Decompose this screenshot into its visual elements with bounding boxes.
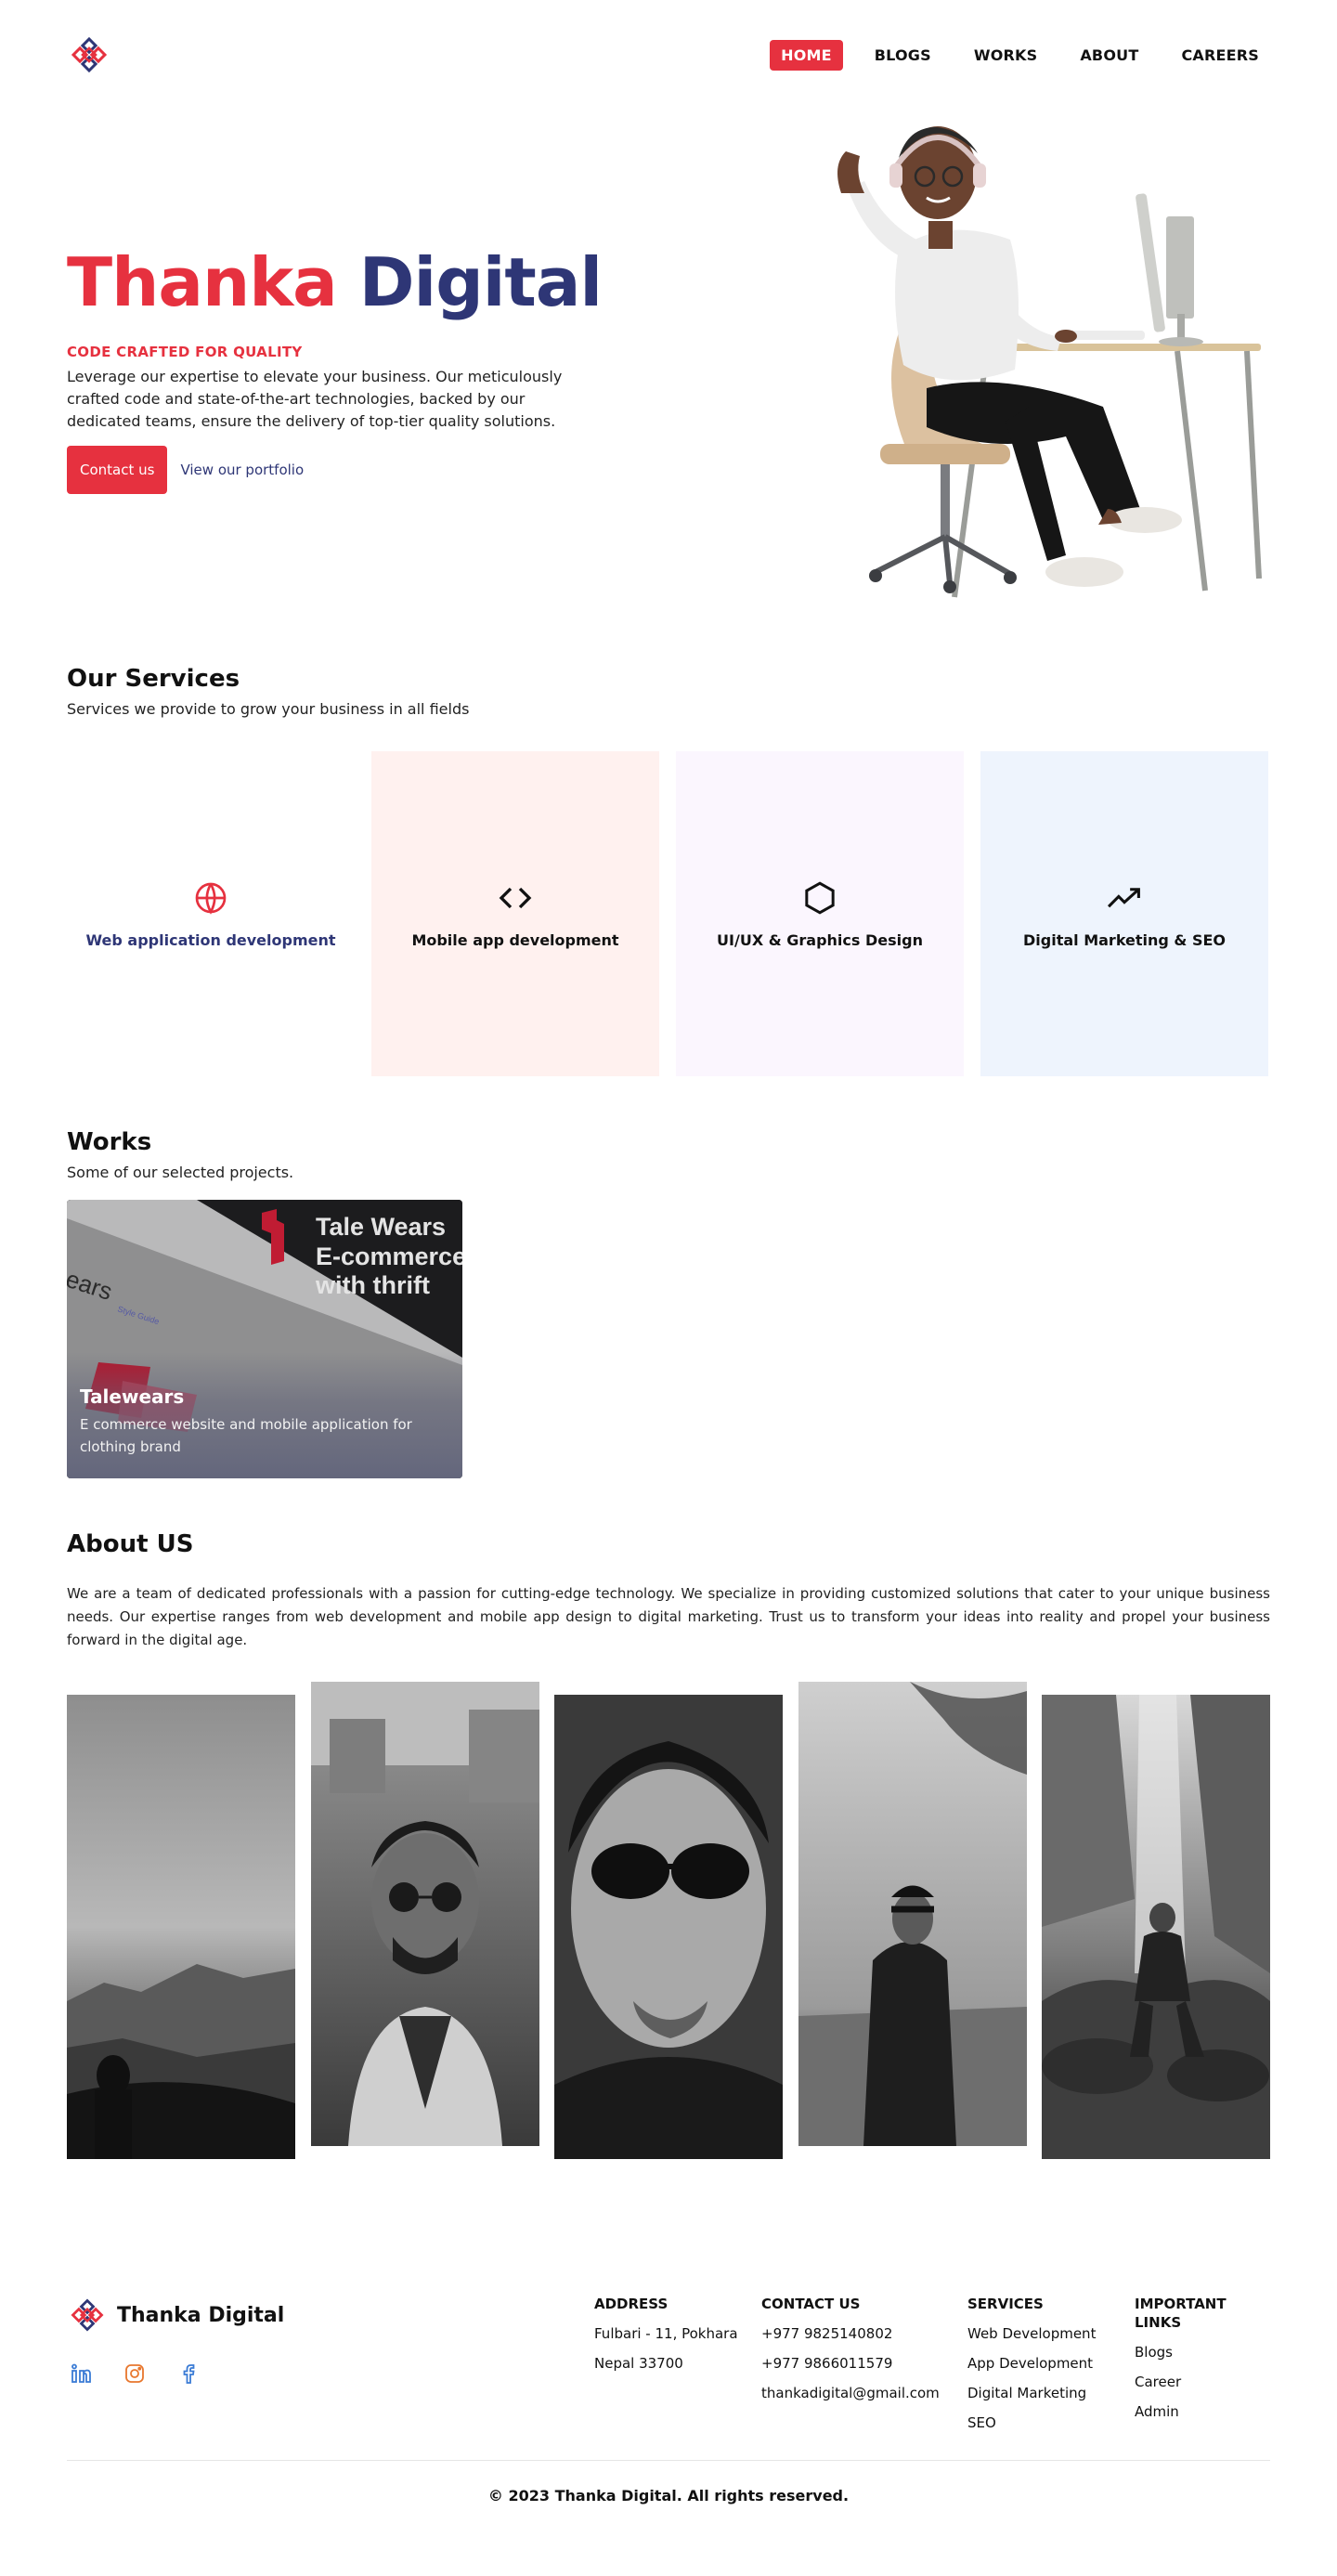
footer-link-blogs[interactable]: Blogs	[1135, 2337, 1270, 2367]
work-image-text-1: Tale Wears	[316, 1213, 446, 1241]
service-label: Mobile app development	[411, 930, 619, 949]
nav-blogs[interactable]: BLOGS	[863, 40, 942, 71]
service-grid: Web application development Mobile app d…	[67, 751, 1270, 1076]
copyright-text: © 2023 Thanka Digital. All rights reserv…	[487, 2487, 850, 2504]
hero-section: Thanka Digital CODE CRAFTED FOR QUALITY …	[67, 110, 1270, 630]
footer-services: SERVICES Web Development App Development…	[967, 2295, 1135, 2460]
hero-illustration	[837, 126, 1262, 598]
nav-careers[interactable]: CAREERS	[1170, 40, 1270, 71]
footer-service-link[interactable]: Digital Marketing	[967, 2378, 1135, 2408]
team-photo	[67, 1695, 295, 2159]
hero-title-blue: Digital	[358, 243, 603, 321]
works-title: Works	[67, 1128, 152, 1156]
works-subtitle: Some of our selected projects.	[67, 1164, 294, 1181]
footer-phone-1[interactable]: +977 9825140802	[761, 2319, 967, 2348]
about-text: We are a team of dedicated professionals…	[67, 1585, 1270, 1648]
nav-works[interactable]: WORKS	[963, 40, 1049, 71]
work-image-text-2: E-commerce	[316, 1242, 462, 1270]
service-card-design[interactable]: UI/UX & Graphics Design	[676, 751, 964, 1076]
footer-links: IMPORTANT LINKS Blogs Career Admin	[1135, 2295, 1270, 2460]
services-subtitle: Services we provide to grow your busines…	[67, 700, 470, 718]
footer-address-line: Fulbari - 11, Pokhara	[594, 2325, 738, 2342]
work-card-talewears[interactable]: Tale Wears E-commerce with thrift ears S…	[67, 1200, 462, 1478]
service-card-mobile[interactable]: Mobile app development	[371, 751, 659, 1076]
services-section: Our Services Services we provide to grow…	[67, 665, 1270, 1076]
footer: Thanka Digital ADDRESS Fulbari - 11, Pok…	[67, 2295, 1270, 2542]
service-card-marketing[interactable]: Digital Marketing & SEO	[980, 751, 1268, 1076]
hero-title-red: Thanka	[67, 243, 338, 321]
footer-services-title: SERVICES	[967, 2296, 1044, 2312]
footer-link-admin[interactable]: Admin	[1135, 2397, 1270, 2426]
logo-icon[interactable]	[67, 2295, 108, 2335]
footer-link-career[interactable]: Career	[1135, 2367, 1270, 2397]
services-title: Our Services	[67, 665, 240, 693]
work-title: Talewears	[80, 1386, 185, 1408]
work-image-text-3: with thrift	[315, 1271, 430, 1299]
team-photo	[310, 1682, 539, 2146]
hero-title: Thanka Digital	[67, 249, 624, 316]
team-photo	[798, 1682, 1027, 2146]
footer-service-link[interactable]: App Development	[967, 2348, 1135, 2378]
hexagon-icon	[801, 879, 838, 917]
footer-service-link[interactable]: Web Development	[967, 2319, 1135, 2348]
top-navigation: HOME BLOGS WORKS ABOUT CAREERS	[67, 0, 1270, 110]
hero-description: Leverage our expertise to elevate your b…	[67, 368, 563, 430]
footer-columns: ADDRESS Fulbari - 11, Pokhara Nepal 3370…	[594, 2295, 1270, 2460]
team-photo	[1042, 1695, 1270, 2159]
instagram-icon[interactable]	[123, 2361, 147, 2386]
globe-icon	[192, 879, 229, 917]
footer-links-title: IMPORTANT LINKS	[1135, 2296, 1227, 2331]
service-label: UI/UX & Graphics Design	[717, 930, 923, 949]
footer-phone-2[interactable]: +977 9866011579	[761, 2348, 967, 2378]
hero-ctas: Contact us View our portfolio	[67, 446, 624, 494]
works-section: Works Some of our selected projects. Tal…	[67, 1128, 1270, 1478]
contact-us-button[interactable]: Contact us	[67, 446, 168, 494]
work-overlay: Talewears E commerce website and mobile …	[67, 1352, 462, 1478]
view-portfolio-link[interactable]: View our portfolio	[180, 462, 304, 478]
team-photos	[67, 1682, 1270, 2165]
footer-brand-row: Thanka Digital	[67, 2295, 284, 2335]
service-label: Web application development	[85, 930, 336, 949]
nav-home[interactable]: HOME	[770, 39, 843, 71]
trending-up-icon	[1106, 879, 1143, 917]
team-photo	[554, 1695, 783, 2159]
hero-content: Thanka Digital CODE CRAFTED FOR QUALITY …	[67, 249, 624, 494]
hero-tagline: CODE CRAFTED FOR QUALITY	[67, 344, 303, 360]
footer-address: ADDRESS Fulbari - 11, Pokhara Nepal 3370…	[594, 2295, 761, 2460]
social-links	[67, 2361, 284, 2386]
nav-about[interactable]: ABOUT	[1069, 40, 1149, 71]
about-section: About US We are a team of dedicated prof…	[67, 1530, 1270, 2165]
footer-brand-name: Thanka Digital	[117, 2303, 285, 2327]
footer-contact-title: CONTACT US	[761, 2296, 861, 2312]
footer-contact: CONTACT US +977 9825140802 +977 98660115…	[761, 2295, 967, 2460]
service-card-web[interactable]: Web application development	[67, 751, 355, 1076]
nav-links: HOME BLOGS WORKS ABOUT CAREERS	[770, 39, 1270, 71]
footer-address-title: ADDRESS	[594, 2296, 668, 2312]
footer-service-link[interactable]: SEO	[967, 2408, 1135, 2438]
footer-address-line: Nepal 33700	[594, 2355, 683, 2372]
work-description: E commerce website and mobile applicatio…	[80, 1416, 412, 1455]
about-title: About US	[67, 1530, 194, 1558]
service-label: Digital Marketing & SEO	[1023, 930, 1226, 949]
code-icon	[497, 879, 534, 917]
linkedin-icon[interactable]	[69, 2361, 93, 2386]
logo-icon[interactable]	[67, 33, 111, 77]
footer-top: Thanka Digital ADDRESS Fulbari - 11, Pok…	[67, 2295, 1270, 2460]
footer-email[interactable]: thankadigital@gmail.com	[761, 2378, 967, 2408]
footer-brand: Thanka Digital	[67, 2295, 284, 2460]
facebook-icon[interactable]	[176, 2361, 201, 2386]
